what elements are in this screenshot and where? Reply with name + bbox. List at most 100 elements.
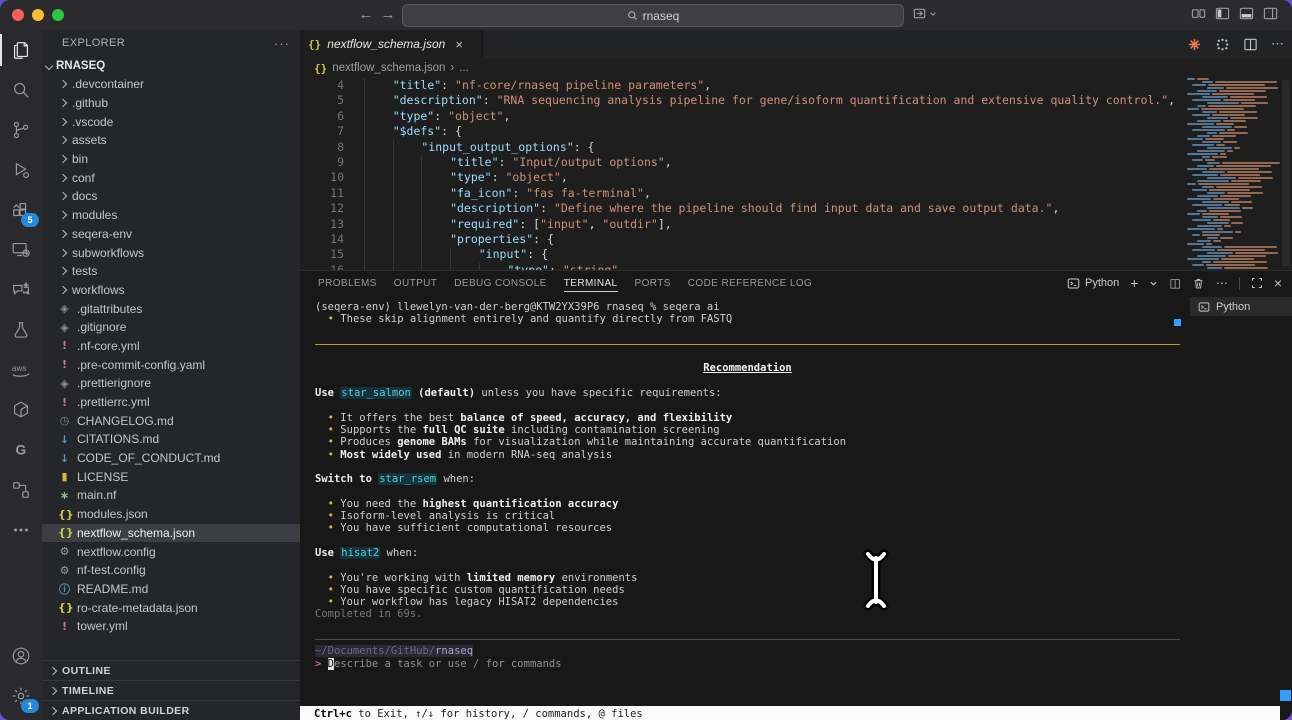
sidebar-panel-outline[interactable]: OUTLINE [42, 660, 300, 680]
tree-file[interactable]: {}nextflow_schema.json [42, 524, 300, 543]
tree-file[interactable]: {}modules.json [42, 505, 300, 524]
terminal-list-item[interactable]: Python [1190, 297, 1292, 316]
activity-more[interactable] [0, 510, 42, 550]
tree-file[interactable]: !.prettierrc.yml [42, 393, 300, 412]
activity-extensions[interactable]: 5 [0, 190, 42, 230]
tree-folder[interactable]: assets [42, 131, 300, 150]
panel-tab-problems[interactable]: PROBLEMS [318, 275, 377, 292]
accounts-button[interactable] [0, 636, 42, 676]
chevron-down-icon[interactable] [1149, 279, 1158, 288]
explorer-more-icon[interactable]: ··· [274, 36, 290, 51]
tree-folder[interactable]: modules [42, 206, 300, 225]
tree-folder[interactable]: .devcontainer [42, 75, 300, 94]
tree-file[interactable]: {}ro-crate-metadata.json [42, 598, 300, 617]
activity-remote-explorer[interactable] [0, 230, 42, 270]
tree-file[interactable]: ◷CHANGELOG.md [42, 411, 300, 430]
code-line: 10"type": "object", [300, 170, 1292, 185]
close-panel-icon[interactable]: × [1274, 275, 1282, 291]
tree-file[interactable]: !.pre-commit-config.yaml [42, 355, 300, 374]
code-line: 5"description": "RNA sequencing analysis… [300, 93, 1292, 108]
maximize-panel-icon[interactable] [1251, 277, 1263, 289]
panel-tab-terminal[interactable]: TERMINAL [564, 275, 618, 292]
tree-folder[interactable]: tests [42, 262, 300, 281]
explorer-title: EXPLORER [62, 37, 125, 49]
new-terminal-icon[interactable]: + [1130, 275, 1138, 291]
tree-folder[interactable]: subworkflows [42, 243, 300, 262]
activity-explorer[interactable] [0, 30, 42, 70]
split-terminal-icon[interactable]: ◫ [1169, 276, 1180, 290]
activity-containers[interactable] [0, 390, 42, 430]
tree-file[interactable]: ▮LICENSE [42, 467, 300, 486]
tree-file[interactable]: ◈.prettierignore [42, 374, 300, 393]
tree-file[interactable]: ↓CODE_OF_CONDUCT.md [42, 449, 300, 468]
editor-more-icon[interactable]: ⋯ [1271, 36, 1284, 52]
command-center-search[interactable]: rnaseq [402, 4, 904, 27]
aws-icon: aws [8, 359, 34, 381]
activity-gitlens[interactable]: G [0, 430, 42, 470]
panel-scrollbar-thumb[interactable] [1280, 690, 1291, 701]
terminal-line: • Isoform-level analysis is critical [315, 510, 1180, 522]
forward-arrow-icon[interactable]: → [378, 4, 398, 26]
activity-testing[interactable] [0, 310, 42, 350]
sidebar-panel-timeline[interactable]: TIMELINE [42, 680, 300, 700]
back-arrow-icon[interactable]: ← [356, 4, 376, 26]
trash-icon[interactable] [1192, 277, 1205, 290]
tree-folder[interactable]: conf [42, 168, 300, 187]
panel-tab-ports[interactable]: PORTS [635, 275, 671, 292]
tree-folder[interactable]: seqera-env [42, 225, 300, 244]
code-editor[interactable]: 4"title": "nf-core/rnaseq pipeline param… [300, 78, 1292, 270]
panel-tab-debug-console[interactable]: DEBUG CONSOLE [454, 275, 546, 292]
split-editor-icon[interactable] [1243, 37, 1258, 52]
chevron-right-icon [59, 267, 67, 275]
panel-tab-code-reference-log[interactable]: CODE REFERENCE LOG [688, 275, 812, 292]
toggle-sidebar-right-icon[interactable] [1263, 6, 1278, 21]
settings-button[interactable]: 1 [0, 676, 42, 716]
terminal-line: • You have sufficient computational reso… [315, 522, 1180, 534]
tree-file[interactable]: ∗main.nf [42, 486, 300, 505]
tree-file[interactable]: ⓘREADME.md [42, 580, 300, 599]
minimize-traffic-light[interactable] [32, 9, 44, 21]
activity-source-control[interactable] [0, 110, 42, 150]
zoom-traffic-light[interactable] [52, 9, 64, 21]
tree-folder[interactable]: workflows [42, 281, 300, 300]
tree-folder[interactable]: .github [42, 94, 300, 113]
close-tab-icon[interactable]: × [455, 37, 463, 52]
tree-folder[interactable]: bin [42, 150, 300, 169]
terminal-input[interactable]: > Describe a task or use / for commands [315, 658, 1180, 670]
yaml-icon: ! [58, 339, 71, 352]
customize-layout-icon[interactable] [1191, 6, 1206, 21]
toggle-sidebar-left-icon[interactable] [1215, 6, 1230, 21]
shell-selector[interactable]: Python [1067, 277, 1119, 290]
close-traffic-light[interactable] [12, 9, 24, 21]
tree-file[interactable]: ⚙nextflow.config [42, 542, 300, 561]
editor-scrollbar[interactable] [1280, 78, 1292, 270]
tree-folder[interactable]: .vscode [42, 112, 300, 131]
tab-nextflow-schema[interactable]: {} nextflow_schema.json × [300, 30, 483, 58]
activity-chat[interactable] [0, 270, 42, 310]
tree-folder[interactable]: docs [42, 187, 300, 206]
toggle-panel-icon[interactable] [1239, 6, 1254, 21]
session-menu[interactable] [912, 6, 937, 21]
panel-more-icon[interactable]: ⋯ [1216, 276, 1228, 290]
panel-tab-output[interactable]: OUTPUT [394, 275, 438, 292]
tree-file[interactable]: ↓CITATIONS.md [42, 430, 300, 449]
activity-pipelines[interactable] [0, 470, 42, 510]
sidebar-panel-application-builder[interactable]: APPLICATION BUILDER [42, 700, 300, 720]
terminal-line: • Produces genome BAMs for visualization… [315, 436, 1180, 448]
hexagon-icon [10, 399, 32, 421]
minimap[interactable] [1187, 78, 1280, 270]
tree-file[interactable]: !tower.yml [42, 617, 300, 636]
extension-splat-icon[interactable] [1187, 37, 1202, 52]
breadcrumb[interactable]: {} nextflow_schema.json › ... [300, 58, 1292, 78]
tree-file[interactable]: ⚙nf-test.config [42, 561, 300, 580]
activity-search[interactable] [0, 70, 42, 110]
terminal-output[interactable]: (seqera-env) llewelyn-van-der-berg@KTW2Y… [315, 301, 1180, 670]
tree-file[interactable]: ◈.gitattributes [42, 299, 300, 318]
activity-run-debug[interactable] [0, 150, 42, 190]
schema-dots-icon[interactable] [1215, 37, 1230, 52]
tree-file[interactable]: !.nf-core.yml [42, 337, 300, 356]
search-value: rnaseq [643, 9, 680, 23]
root-folder-rnaseq[interactable]: RNASEQ [42, 56, 300, 75]
tree-file[interactable]: ◈.gitignore [42, 318, 300, 337]
activity-aws[interactable]: aws [0, 350, 42, 390]
